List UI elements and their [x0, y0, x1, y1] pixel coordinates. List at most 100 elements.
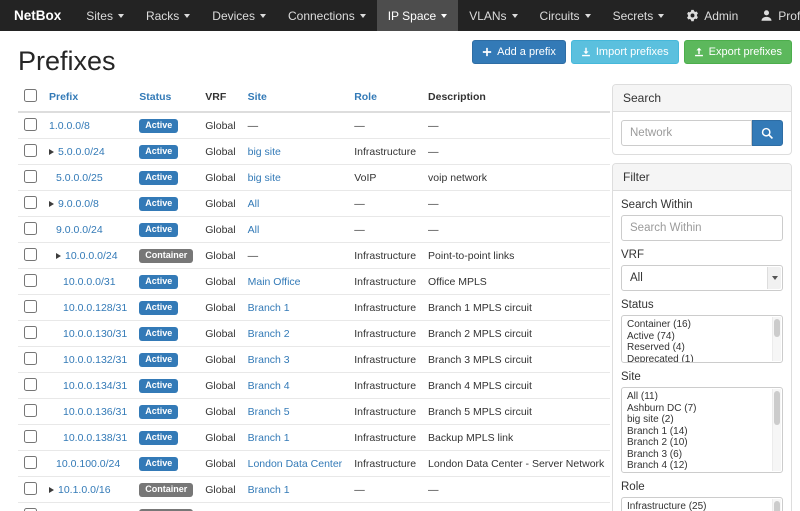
prefix-link[interactable]: 10.0.0.128/31	[63, 302, 127, 314]
vrf-cell: Global	[199, 269, 241, 295]
listbox-option[interactable]: Infrastructure (25)	[622, 501, 782, 511]
prefix-link[interactable]: 10.0.0.0/31	[63, 276, 116, 288]
column-header-status[interactable]: Status	[133, 83, 199, 112]
search-input[interactable]	[621, 120, 752, 146]
nav-item-connections[interactable]: Connections	[277, 0, 377, 31]
status-badge: Active	[139, 119, 178, 133]
scrollbar[interactable]	[772, 317, 781, 361]
prefix-link[interactable]: 10.0.0.132/31	[63, 354, 127, 366]
brand-logo[interactable]: NetBox	[0, 0, 75, 31]
description-cell: Branch 1 P2P	[422, 503, 610, 511]
prefix-link[interactable]: 9.0.0.0/24	[56, 224, 103, 236]
site-link[interactable]: Branch 1	[248, 484, 290, 496]
nav-item-devices[interactable]: Devices	[201, 0, 277, 31]
listbox-option[interactable]: Ashburn DC (7)	[622, 403, 782, 415]
prefix-link[interactable]: 10.1.0.0/16	[58, 484, 111, 496]
listbox-option[interactable]: Active (74)	[622, 331, 782, 343]
prefix-link[interactable]: 10.0.0.136/31	[63, 406, 127, 418]
listbox-option[interactable]: Branch 4 (12)	[622, 460, 782, 472]
prefix-link[interactable]: 10.0.0.138/31	[63, 432, 127, 444]
row-checkbox[interactable]	[24, 430, 37, 443]
prefix-link[interactable]: 10.0.0.0/24	[65, 250, 118, 262]
prefix-link[interactable]: 10.0.100.0/24	[56, 458, 120, 470]
site-link[interactable]: Branch 1	[248, 432, 290, 444]
header-checkbox-cell	[18, 83, 43, 112]
column-header-role[interactable]: Role	[348, 83, 422, 112]
status-cell: Active	[133, 321, 199, 347]
site-link[interactable]: All	[248, 198, 260, 210]
row-checkbox[interactable]	[24, 196, 37, 209]
listbox-option[interactable]: big site (2)	[622, 414, 782, 426]
scrollbar-thumb[interactable]	[774, 319, 780, 337]
site-link[interactable]: Branch 3	[248, 354, 290, 366]
row-checkbox[interactable]	[24, 378, 37, 391]
prefix-link[interactable]: 1.0.0.0/8	[49, 120, 90, 132]
listbox-option[interactable]: Reserved (4)	[622, 342, 782, 354]
row-checkbox[interactable]	[24, 352, 37, 365]
nav-item-vlans[interactable]: VLANs	[458, 0, 528, 31]
site-link[interactable]: Branch 1	[248, 302, 290, 314]
role-listbox[interactable]: Infrastructure (25)Management (8)Private…	[621, 497, 783, 511]
listbox-option[interactable]: Deprecated (1)	[622, 354, 782, 364]
listbox-option[interactable]: Branch 2 (10)	[622, 437, 782, 449]
prefix-link[interactable]: 10.0.0.134/31	[63, 380, 127, 392]
search-button[interactable]	[752, 120, 783, 146]
vrf-select[interactable]: All	[621, 265, 783, 291]
vrf-cell: Global	[199, 425, 241, 451]
prefix-link[interactable]: 5.0.0.0/24	[58, 146, 105, 158]
site-link[interactable]: Branch 2	[248, 328, 290, 340]
row-checkbox[interactable]	[24, 170, 37, 183]
nav-item-sites[interactable]: Sites	[75, 0, 135, 31]
scrollbar[interactable]	[772, 499, 781, 511]
site-link[interactable]: Branch 4	[248, 380, 290, 392]
nav-item-racks[interactable]: Racks	[135, 0, 201, 31]
row-checkbox[interactable]	[24, 144, 37, 157]
site-link[interactable]: All	[248, 224, 260, 236]
scrollbar-thumb[interactable]	[774, 391, 780, 425]
nav-item-secrets[interactable]: Secrets	[602, 0, 676, 31]
search-within-input[interactable]	[621, 215, 783, 241]
site-link[interactable]: Branch 5	[248, 406, 290, 418]
scrollbar-thumb[interactable]	[774, 501, 780, 511]
filter-panel: Filter Search Within VRF All Status Cont…	[612, 163, 792, 511]
listbox-option[interactable]: All (11)	[622, 391, 782, 403]
row-checkbox[interactable]	[24, 482, 37, 495]
vrf-cell: Global	[199, 217, 241, 243]
nav-item-circuits[interactable]: Circuits	[529, 0, 602, 31]
status-listbox[interactable]: Container (16)Active (74)Reserved (4)Dep…	[621, 315, 783, 363]
row-checkbox[interactable]	[24, 404, 37, 417]
add-a-prefix-button[interactable]: Add a prefix	[472, 40, 566, 64]
listbox-option[interactable]: Branch 3 (6)	[622, 449, 782, 461]
row-checkbox[interactable]	[24, 222, 37, 235]
export-prefixes-button[interactable]: Export prefixes	[684, 40, 792, 64]
import-prefixes-button[interactable]: Import prefixes	[571, 40, 679, 64]
listbox-option[interactable]: Container (16)	[622, 319, 782, 331]
select-all-checkbox[interactable]	[24, 89, 37, 102]
site-link[interactable]: big site	[248, 146, 281, 158]
nav-item-ip-space[interactable]: IP Space	[377, 0, 458, 31]
description-cell: Office MPLS	[422, 269, 610, 295]
site-link[interactable]: big site	[248, 172, 281, 184]
site-listbox[interactable]: All (11)Ashburn DC (7)big site (2)Branch…	[621, 387, 783, 473]
row-checkbox[interactable]	[24, 118, 37, 131]
row-checkbox[interactable]	[24, 248, 37, 261]
select-dropdown-strip	[767, 267, 781, 289]
listbox-option[interactable]: Branch 1 (14)	[622, 426, 782, 438]
prefix-cell: 10.0.0.136/31	[43, 399, 133, 425]
row-checkbox[interactable]	[24, 326, 37, 339]
prefix-cell: 5.0.0.0/24	[43, 139, 133, 165]
row-checkbox[interactable]	[24, 300, 37, 313]
row-checkbox[interactable]	[24, 274, 37, 287]
row-checkbox[interactable]	[24, 456, 37, 469]
prefix-link[interactable]: 10.0.0.130/31	[63, 328, 127, 340]
site-link[interactable]: Main Office	[248, 276, 301, 288]
listbox-option[interactable]: Branch 5 (7)	[622, 472, 782, 474]
scrollbar[interactable]	[772, 389, 781, 471]
nav-admin-link[interactable]: Admin	[675, 0, 749, 31]
site-link[interactable]: London Data Center	[248, 458, 343, 470]
column-header-site[interactable]: Site	[242, 83, 349, 112]
prefix-link[interactable]: 9.0.0.0/8	[58, 198, 99, 210]
column-header-prefix[interactable]: Prefix	[43, 83, 133, 112]
prefix-link[interactable]: 5.0.0.0/25	[56, 172, 103, 184]
nav-profile-link[interactable]: Profile	[749, 0, 800, 31]
